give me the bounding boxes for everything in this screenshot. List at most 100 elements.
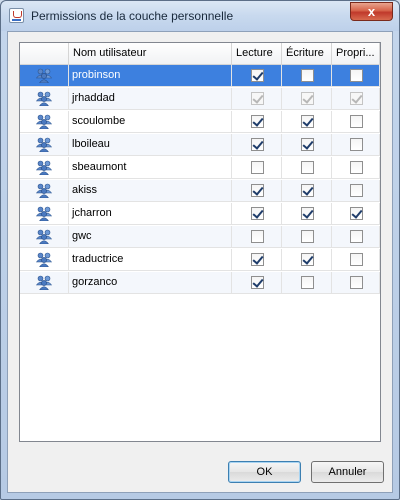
username-cell[interactable]: gwc [69,226,232,247]
owner-checkbox[interactable] [349,69,363,82]
header-read[interactable]: Lecture [232,43,282,64]
permissions-table: Nom utilisateur Lecture Écriture Propri.… [19,42,381,442]
owner-checkbox [349,92,363,105]
user-group-icon [35,206,53,222]
write-cell [282,226,332,247]
window-title: Permissions de la couche personnelle [31,9,234,23]
table-row[interactable]: lboileau [20,134,380,156]
username-cell[interactable]: lboileau [69,134,232,155]
write-checkbox[interactable] [300,276,314,289]
owner-cell [332,180,380,201]
read-checkbox[interactable] [250,138,264,151]
ok-button[interactable]: OK [228,461,301,483]
table-row[interactable]: gwc [20,226,380,248]
table-row[interactable]: sbeaumont [20,157,380,179]
username-cell[interactable]: akiss [69,180,232,201]
write-checkbox [300,92,314,105]
table-header: Nom utilisateur Lecture Écriture Propri.… [20,43,380,65]
username-cell[interactable]: jrhaddad [69,88,232,109]
write-cell [282,249,332,270]
user-group-icon [35,114,53,130]
owner-checkbox[interactable] [349,253,363,266]
user-group-icon [35,160,53,176]
owner-cell [332,134,380,155]
read-checkbox[interactable] [250,230,264,243]
write-checkbox[interactable] [300,69,314,82]
owner-checkbox[interactable] [349,161,363,174]
read-checkbox[interactable] [250,253,264,266]
owner-checkbox[interactable] [349,184,363,197]
write-checkbox[interactable] [300,207,314,220]
read-checkbox[interactable] [250,69,264,82]
write-cell [282,88,332,109]
owner-checkbox[interactable] [349,115,363,128]
table-row[interactable]: scoulombe [20,111,380,133]
read-cell [232,272,282,293]
write-cell [282,65,332,86]
owner-cell [332,249,380,270]
username-cell[interactable]: jcharron [69,203,232,224]
read-cell [232,203,282,224]
row-icon-cell [20,111,69,132]
owner-cell [332,65,380,86]
write-checkbox[interactable] [300,115,314,128]
owner-cell [332,111,380,132]
read-checkbox[interactable] [250,184,264,197]
row-icon-cell [20,134,69,155]
user-group-icon [35,252,53,268]
row-icon-cell [20,249,69,270]
write-checkbox[interactable] [300,161,314,174]
username-cell[interactable]: traductrice [69,249,232,270]
write-checkbox[interactable] [300,184,314,197]
username-cell[interactable]: scoulombe [69,111,232,132]
owner-cell [332,157,380,178]
row-icon-cell [20,65,69,86]
table-row[interactable]: traductrice [20,249,380,271]
cancel-button[interactable]: Annuler [311,461,384,483]
user-group-icon [35,229,53,245]
dialog-body: Nom utilisateur Lecture Écriture Propri.… [7,31,393,493]
header-icon-column[interactable] [20,43,69,64]
row-icon-cell [20,180,69,201]
read-checkbox[interactable] [250,115,264,128]
row-icon-cell [20,157,69,178]
owner-checkbox[interactable] [349,138,363,151]
title-bar[interactable]: Permissions de la couche personnelle x [1,1,399,31]
table-row[interactable]: akiss [20,180,380,202]
write-checkbox[interactable] [300,253,314,266]
header-user[interactable]: Nom utilisateur [69,43,232,64]
close-button[interactable]: x [350,2,393,21]
owner-checkbox[interactable] [349,207,363,220]
read-checkbox[interactable] [250,161,264,174]
header-write[interactable]: Écriture [282,43,332,64]
read-cell [232,134,282,155]
user-group-icon [35,68,53,84]
read-checkbox[interactable] [250,276,264,289]
header-owner[interactable]: Propri... [332,43,380,64]
username-cell[interactable]: sbeaumont [69,157,232,178]
table-row[interactable]: gorzanco [20,272,380,294]
read-cell [232,180,282,201]
read-checkbox[interactable] [250,207,264,220]
table-row[interactable]: jcharron [20,203,380,225]
table-row[interactable]: jrhaddad [20,88,380,110]
owner-checkbox[interactable] [349,230,363,243]
write-cell [282,157,332,178]
read-checkbox [250,92,264,105]
read-cell [232,111,282,132]
write-cell [282,180,332,201]
user-group-icon [35,137,53,153]
user-group-icon [35,275,53,291]
owner-cell [332,272,380,293]
write-checkbox[interactable] [300,230,314,243]
username-cell[interactable]: probinson [69,65,232,86]
write-cell [282,272,332,293]
owner-checkbox[interactable] [349,276,363,289]
username-cell[interactable]: gorzanco [69,272,232,293]
read-cell [232,249,282,270]
owner-cell [332,226,380,247]
owner-cell [332,203,380,224]
table-row[interactable]: probinson [20,65,380,87]
user-group-icon [35,183,53,199]
write-checkbox[interactable] [300,138,314,151]
